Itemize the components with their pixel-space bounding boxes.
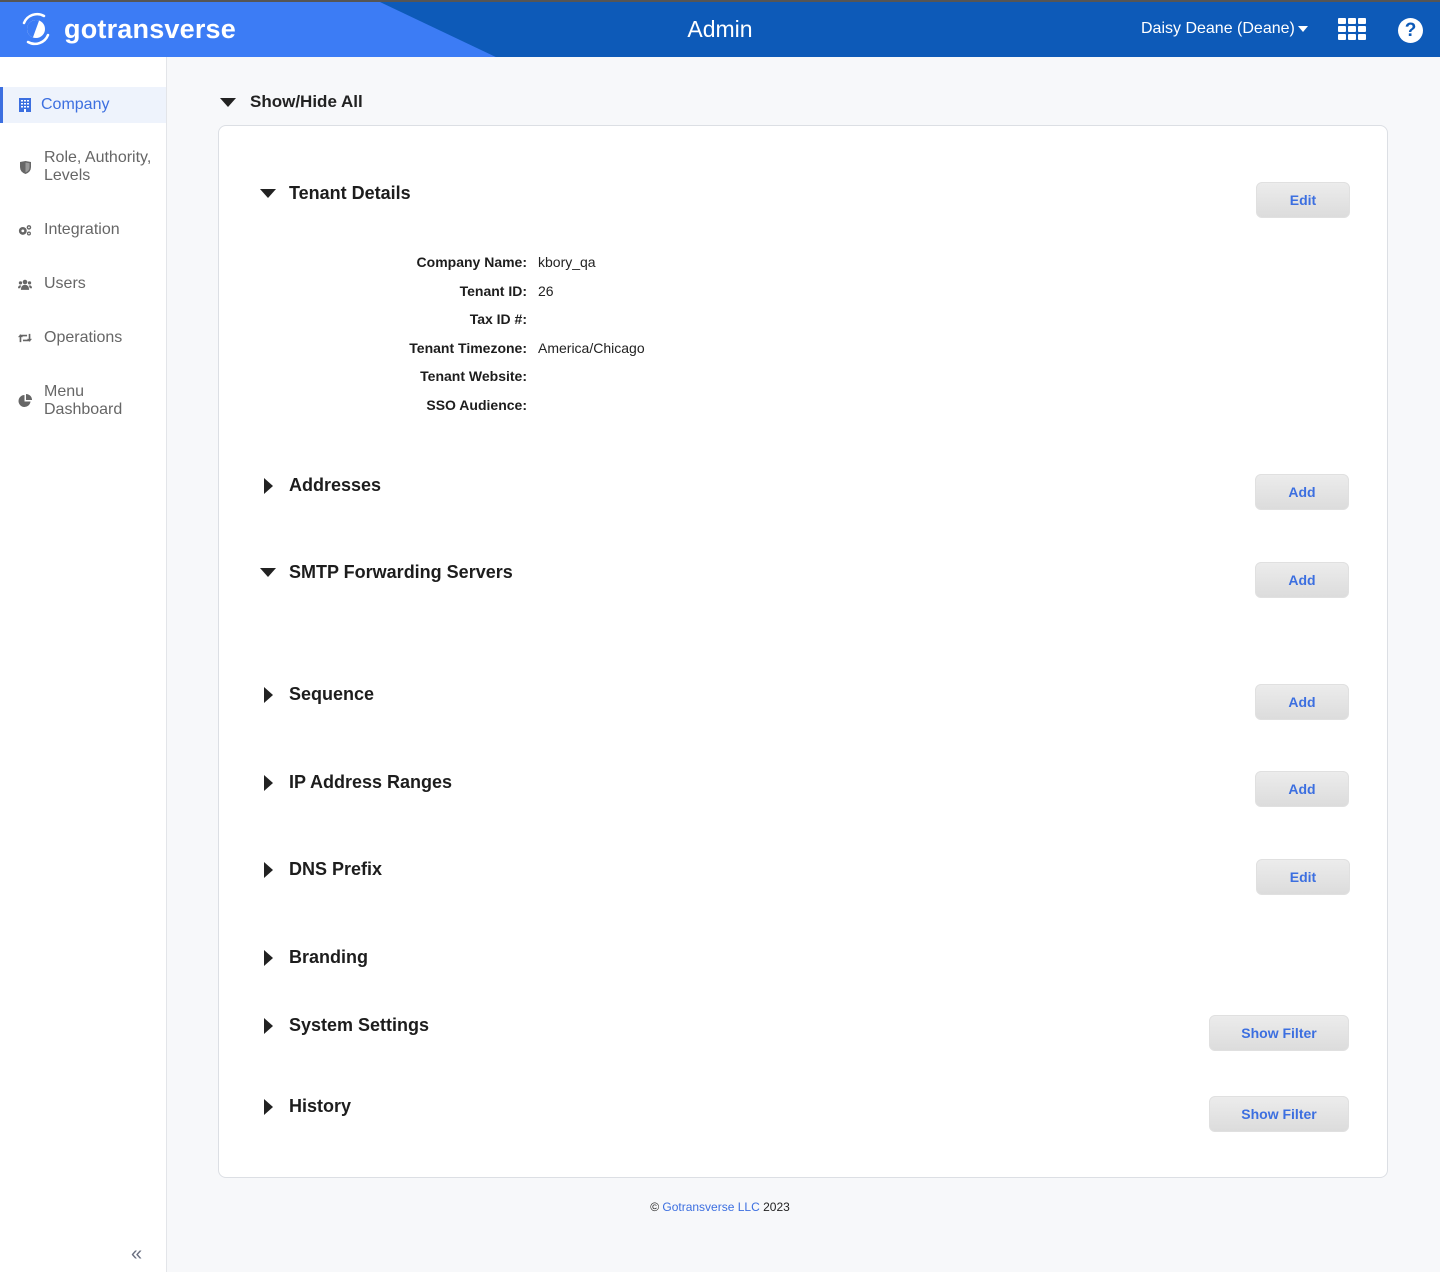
sidebar-item-label: Menu Dashboard [44,383,123,418]
footer: © Gotransverse LLC 2023 [0,1200,1440,1214]
caret-down-icon [220,97,236,107]
shield-icon [18,160,32,174]
user-menu[interactable]: Daisy Deane (Deane) [1141,20,1308,38]
detail-row: Company Name: kbory_qa [369,248,645,277]
detail-label: Tenant Website: [420,368,527,385]
caret-down-icon [260,189,276,198]
building-icon [18,98,32,112]
detail-value: kbory_qa [538,254,596,271]
system-settings-show-filter-button[interactable]: Show Filter [1209,1015,1349,1051]
caret-down-icon [260,568,276,577]
section-title: Sequence [289,684,375,704]
detail-label: Company Name: [416,254,527,271]
section-title: Tenant Details [289,183,411,203]
section-title: SMTP Forwarding Servers [289,562,513,582]
caret-down-icon [1297,26,1308,32]
section-branding[interactable]: Branding [259,947,368,968]
section-title: Addresses [289,475,382,495]
sidebar-item-operations[interactable]: Operations [0,320,166,356]
history-show-filter-button[interactable]: Show Filter [1209,1096,1349,1132]
pie-chart-icon [18,394,32,408]
section-smtp-forwarding-servers[interactable]: SMTP Forwarding Servers [259,562,513,583]
add-smtp-server-button[interactable]: Add [1255,562,1349,598]
detail-label: Tenant ID: [459,282,527,299]
section-title: History [289,1096,352,1116]
detail-label: Tax ID #: [469,311,527,328]
section-dns-prefix[interactable]: DNS Prefix [259,859,382,880]
caret-right-icon [263,861,273,878]
section-title: IP Address Ranges [289,772,453,792]
sidebar-item-label: Users [44,275,86,292]
apps-grid-icon[interactable] [1338,18,1366,40]
add-sequence-button[interactable]: Add [1255,684,1349,720]
users-icon [18,277,32,291]
section-tenant-details[interactable]: Tenant Details [259,183,411,204]
detail-row: Tenant Website: [369,362,645,391]
section-addresses[interactable]: Addresses [259,475,381,496]
sidebar-item-label: Integration [44,221,120,238]
gears-icon [18,223,32,237]
section-history[interactable]: History [259,1096,351,1117]
section-system-settings[interactable]: System Settings [259,1015,429,1036]
detail-row: Tax ID #: [369,305,645,334]
top-bar: gotransverse Admin Daisy Deane (Deane) ? [0,0,1440,57]
caret-right-icon [263,949,273,966]
detail-label: SSO Audience: [426,396,527,413]
detail-label: Tenant Timezone: [409,339,527,356]
detail-row: Tenant Timezone: America/Chicago [369,334,645,363]
sidebar-item-users[interactable]: Users [0,266,166,302]
copyright-symbol: © [650,1200,660,1214]
show-hide-all-toggle[interactable]: Show/Hide All [220,92,363,112]
sidebar-item-role-authority-levels[interactable]: Role, Authority, Levels [0,149,166,185]
tenant-details-list: Company Name: kbory_qa Tenant ID: 26 Tax… [369,248,645,420]
sidebar: Company Role, Authority, Levels Integrat… [0,57,167,1272]
caret-right-icon [263,477,273,494]
collapse-sidebar-button[interactable]: « [131,1243,142,1266]
help-icon[interactable]: ? [1398,18,1423,43]
sidebar-item-label: Role, Authority, Levels [44,149,152,184]
detail-row: Tenant ID: 26 [369,277,645,306]
section-sequence[interactable]: Sequence [259,684,374,705]
detail-value: 26 [538,282,554,299]
add-address-button[interactable]: Add [1255,474,1349,510]
caret-right-icon [263,1017,273,1034]
section-ip-address-ranges[interactable]: IP Address Ranges [259,772,452,793]
section-title: Branding [289,947,368,967]
company-settings-card: Tenant Details Edit Company Name: kbory_… [218,125,1388,1178]
copyright-year: 2023 [763,1200,790,1214]
user-name: Daisy Deane (Deane) [1141,20,1295,37]
sidebar-item-integration[interactable]: Integration [0,212,166,248]
caret-right-icon [263,686,273,703]
detail-value: America/Chicago [538,339,645,356]
section-title: System Settings [289,1015,430,1035]
caret-right-icon [263,1098,273,1115]
sidebar-item-menu-dashboard[interactable]: Menu Dashboard [0,383,166,419]
add-ip-range-button[interactable]: Add [1255,771,1349,807]
edit-dns-prefix-button[interactable]: Edit [1256,859,1350,895]
company-link[interactable]: Gotransverse LLC [662,1200,759,1214]
edit-tenant-details-button[interactable]: Edit [1256,182,1350,218]
caret-right-icon [263,774,273,791]
section-title: DNS Prefix [289,859,383,879]
detail-row: SSO Audience: [369,391,645,420]
sidebar-item-label: Company [41,96,110,113]
show-hide-all-label: Show/Hide All [250,92,363,111]
retweet-icon [18,331,32,345]
sidebar-item-label: Operations [44,329,123,346]
sidebar-item-company[interactable]: Company [0,87,166,123]
